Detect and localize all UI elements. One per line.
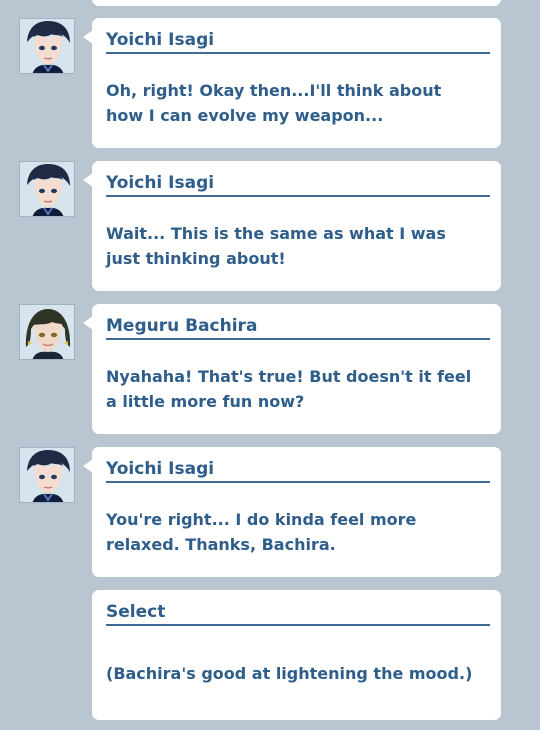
dialogue-log[interactable]: Yoichi Isagi Oh, right! Okay then...I'll… bbox=[0, 0, 540, 730]
message-text: You're right... I do kinda feel more rel… bbox=[106, 510, 417, 554]
isagi-portrait-icon[interactable] bbox=[19, 161, 75, 217]
speaker-name: Meguru Bachira bbox=[106, 314, 490, 340]
message-bubble: Meguru Bachira Nyahaha! That's true! But… bbox=[83, 304, 501, 434]
select-label: Select bbox=[106, 600, 490, 626]
isagi-portrait-icon[interactable] bbox=[19, 18, 75, 74]
message-bubble: Yoichi Isagi Wait... This is the same as… bbox=[83, 161, 501, 291]
bachira-portrait-icon[interactable] bbox=[19, 304, 75, 360]
bachira-avatar-drawing bbox=[20, 305, 74, 359]
isagi-avatar-drawing bbox=[20, 448, 74, 502]
message-text: Wait... This is the same as what I was j… bbox=[106, 224, 446, 268]
isagi-avatar-drawing bbox=[20, 162, 74, 216]
selected-choice-text: (Bachira's good at lightening the mood.) bbox=[106, 664, 473, 683]
message-text: Nyahaha! That's true! But doesn't it fee… bbox=[106, 367, 472, 411]
select-bubble[interactable]: Select (Bachira's good at lightening the… bbox=[92, 590, 501, 720]
message-bubble: Yoichi Isagi Oh, right! Okay then...I'll… bbox=[83, 18, 501, 148]
isagi-avatar-drawing bbox=[20, 19, 74, 73]
isagi-portrait-icon[interactable] bbox=[19, 447, 75, 503]
message-text: Oh, right! Okay then...I'll think about … bbox=[106, 81, 442, 125]
previous-message-card-edge bbox=[92, 0, 501, 6]
speaker-name: Yoichi Isagi bbox=[106, 457, 490, 483]
message-bubble: Yoichi Isagi You're right... I do kinda … bbox=[83, 447, 501, 577]
speaker-name: Yoichi Isagi bbox=[106, 171, 490, 197]
speaker-name: Yoichi Isagi bbox=[106, 28, 490, 54]
